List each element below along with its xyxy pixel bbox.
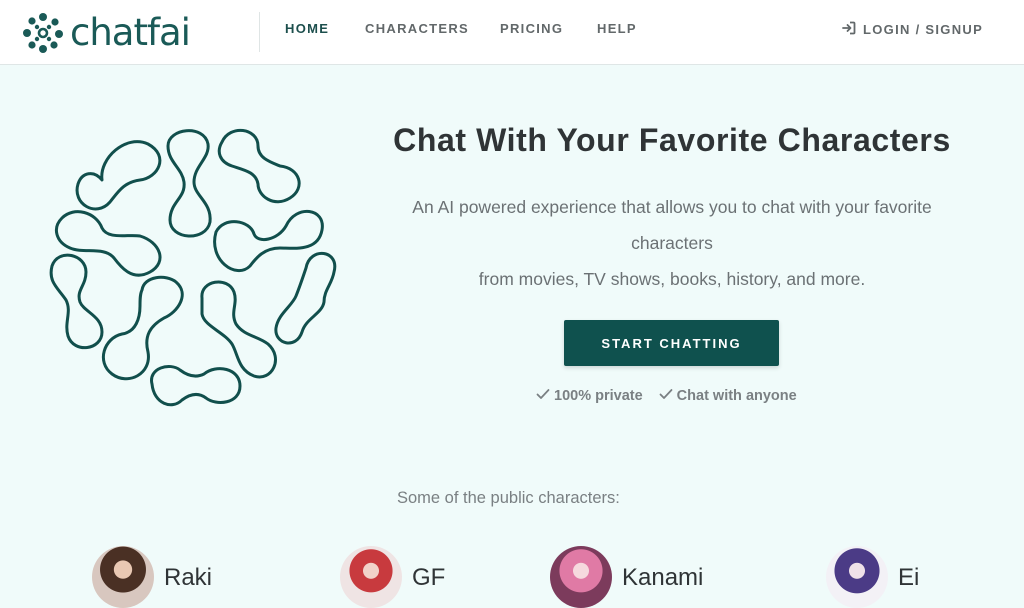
character-name-gf: GF	[412, 564, 446, 591]
check-private: 100% private	[536, 388, 643, 404]
nav-help[interactable]: HELP	[597, 21, 637, 37]
login-label: LOGIN / SIGNUP	[863, 22, 984, 37]
checkmark-icon	[659, 388, 677, 404]
character-card-ei[interactable]: Ei	[826, 546, 919, 608]
nav-home[interactable]: HOME	[285, 21, 329, 37]
check-private-label: 100% private	[554, 388, 643, 404]
checkmark-icon	[536, 388, 554, 404]
character-avatar-gf	[340, 546, 402, 608]
header-divider	[259, 12, 260, 52]
nav-characters[interactable]: CHARACTERS	[365, 21, 469, 37]
hero-description: An AI powered experience that allows you…	[380, 189, 964, 297]
character-avatar-ei	[826, 546, 888, 608]
login-signup-link[interactable]: LOGIN / SIGNUP	[842, 21, 983, 38]
hero-description-line-2: from movies, TV shows, books, history, a…	[478, 269, 866, 289]
character-name-kanami: Kanami	[622, 564, 704, 591]
molecule-cluster-art	[44, 122, 340, 417]
character-avatar-raki	[92, 546, 154, 608]
hero-description-line-1: An AI powered experience that allows you…	[412, 197, 932, 253]
character-name-raki: Raki	[164, 564, 213, 591]
character-card-gf[interactable]: GF	[340, 546, 445, 608]
public-characters-label: Some of the public characters:	[397, 489, 620, 507]
character-card-kanami[interactable]: Kanami	[550, 546, 703, 608]
character-name-ei: Ei	[898, 564, 920, 591]
feature-checks: 100% private Chat with anyone	[536, 388, 813, 404]
logo-text: chatfai	[70, 11, 191, 54]
site-header: chatfai HOME CHARACTERS PRICING HELP LOG…	[0, 0, 1024, 65]
check-anyone-label: Chat with anyone	[676, 388, 797, 404]
sign-in-icon	[842, 21, 863, 38]
logo-link[interactable]: chatfai	[22, 11, 191, 54]
logo-icon	[22, 12, 64, 54]
start-chatting-button[interactable]: START CHATTING	[564, 320, 779, 366]
character-card-raki[interactable]: Raki	[92, 546, 212, 608]
check-anyone: Chat with anyone	[659, 388, 797, 404]
hero-title: Chat With Your Favorite Characters	[393, 122, 951, 158]
nav-pricing[interactable]: PRICING	[500, 21, 563, 37]
character-avatar-kanami	[550, 546, 612, 608]
